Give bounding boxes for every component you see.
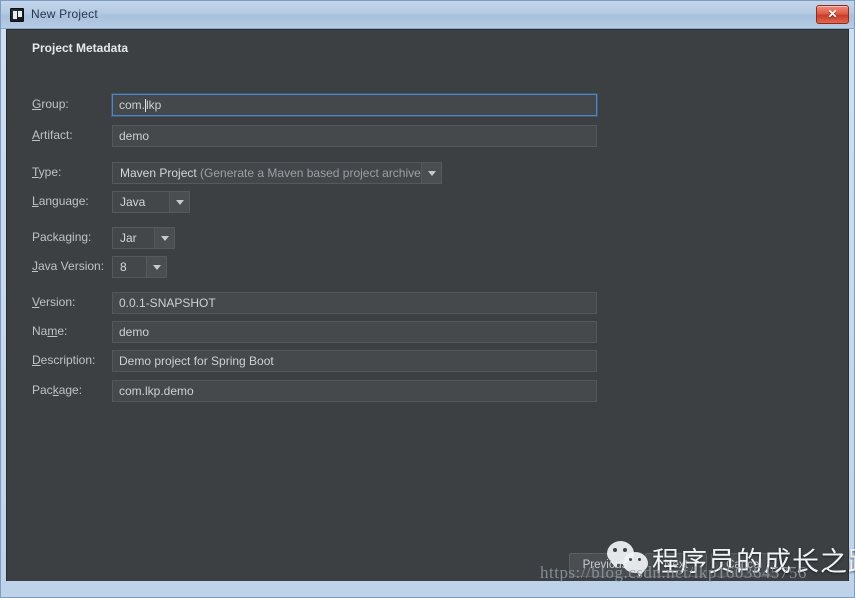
field-label: Type:	[32, 165, 62, 179]
field-label: Java Version:	[32, 259, 105, 273]
text-input-value: 0.0.1-SNAPSHOT	[119, 296, 216, 310]
field-label: Name:	[32, 324, 68, 338]
form-row: Packaging: Jar	[7, 227, 807, 249]
text-input-value: com.lkp	[119, 97, 162, 113]
text-input[interactable]: demo	[112, 125, 597, 147]
form-row: Name: demo	[7, 321, 807, 343]
form-row: Group: com.lkp	[7, 94, 807, 116]
form-row: Language: Java	[7, 191, 807, 213]
field-label: Artifact:	[32, 128, 73, 142]
dropdown-value-description: (Generate a Maven based project archive)	[196, 166, 421, 180]
field-label: Version:	[32, 295, 76, 309]
form-row: Version: 0.0.1-SNAPSHOT	[7, 292, 807, 314]
next-button[interactable]: Next	[645, 553, 707, 577]
field-label: Language:	[32, 194, 89, 208]
dialog-body: Project Metadata Group: com.lkp Artifact: d…	[6, 29, 849, 581]
dropdown[interactable]: Jar	[112, 227, 175, 249]
form-row: Artifact: demo	[7, 125, 807, 147]
form-row: Description: Demo project for Spring Boot	[7, 350, 807, 372]
field-label: Description:	[32, 353, 96, 367]
cancel-button-label: Cancel	[726, 559, 762, 571]
form-row: Type: Maven Project (Generate a Maven bas…	[7, 162, 807, 184]
field-label: Package:	[32, 383, 83, 397]
text-input[interactable]: 0.0.1-SNAPSHOT	[112, 292, 597, 314]
text-input[interactable]: com.lkp.demo	[112, 380, 597, 402]
next-button-label: Next	[664, 559, 688, 571]
close-button[interactable]: ✕	[816, 5, 849, 24]
field-label: Group:	[32, 97, 69, 111]
dropdown-value: 8	[120, 260, 127, 274]
window-title: New Project	[31, 7, 98, 21]
text-input-value: demo	[119, 129, 150, 143]
previous-button-label: Previous	[582, 559, 628, 571]
previous-button[interactable]: Previous	[569, 553, 641, 577]
text-input-value: demo	[119, 325, 150, 339]
text-input-value: Demo project for Spring Boot	[119, 354, 274, 368]
close-icon: ✕	[827, 7, 838, 21]
title-bar[interactable]: New Project ✕	[1, 1, 854, 29]
dropdown[interactable]: Java	[112, 191, 190, 213]
form-row: Package: com.lkp.demo	[7, 380, 807, 402]
field-label: Packaging:	[32, 230, 92, 244]
chevron-down-icon[interactable]	[146, 257, 166, 277]
text-input[interactable]: demo	[112, 321, 597, 343]
dropdown-value: Java	[120, 195, 146, 209]
dropdown-value: Maven Project (Generate a Maven based pr…	[113, 166, 421, 180]
text-input-value: com.lkp.demo	[119, 384, 194, 398]
page-title: Project Metadata	[32, 41, 129, 55]
new-project-dialog-window: New Project ✕ Project Metadata Group: com…	[0, 0, 855, 598]
text-input[interactable]: Demo project for Spring Boot	[112, 350, 597, 372]
dropdown-value: Jar	[120, 231, 137, 245]
chevron-down-icon[interactable]	[169, 192, 189, 212]
intellij-idea-icon	[10, 8, 24, 22]
cancel-button[interactable]: Cancel	[711, 553, 777, 577]
chevron-down-icon[interactable]	[421, 163, 441, 183]
dropdown[interactable]: Maven Project (Generate a Maven based pr…	[112, 162, 442, 184]
text-input[interactable]: com.lkp	[112, 94, 597, 116]
text-caret	[145, 99, 147, 113]
form-row: Java Version: 8	[7, 256, 807, 278]
dropdown[interactable]: 8	[112, 256, 167, 278]
chevron-down-icon[interactable]	[154, 228, 174, 248]
